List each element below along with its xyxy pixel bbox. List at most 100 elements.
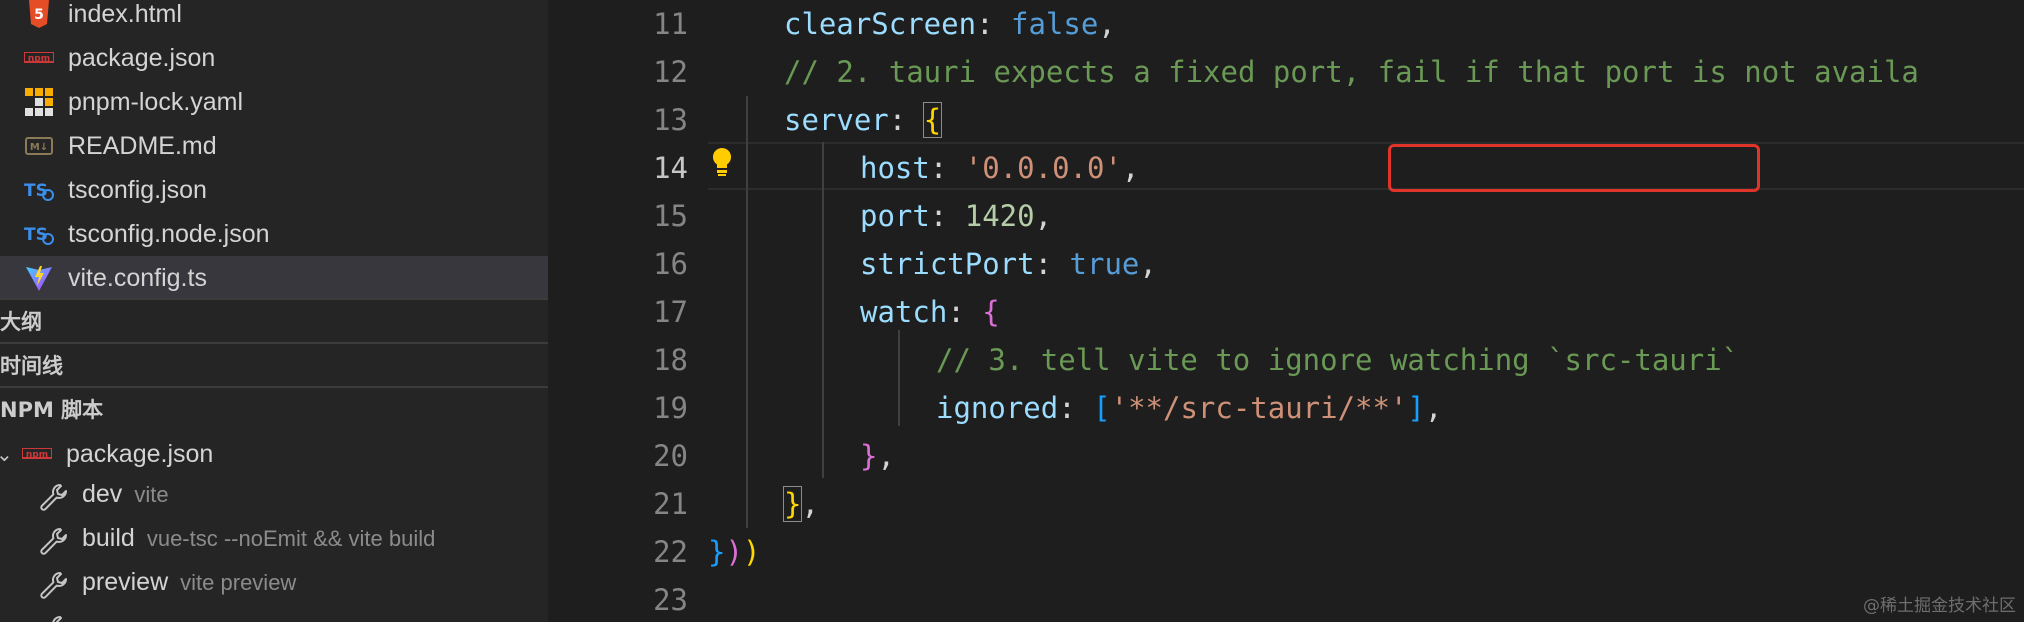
npm-script-build[interactable]: build vue-tsc --noEmit && vite build xyxy=(0,520,548,564)
file-label: README.md xyxy=(68,131,217,160)
code-editor[interactable]: 11 12 13 14 15 16 17 18 19 20 21 22 23 c… xyxy=(548,0,2024,622)
code-token: [ xyxy=(1093,391,1111,425)
npm-icon: npm xyxy=(24,44,54,72)
file-item-tsconfig[interactable]: TS tsconfig.json xyxy=(0,168,548,212)
typescript-config-icon: TS xyxy=(24,176,54,204)
script-name: dev xyxy=(82,480,123,508)
code-token: , xyxy=(801,487,819,521)
annotation-highlight-box xyxy=(1388,144,1760,192)
line-number: 23 xyxy=(653,583,688,617)
file-item-index-html[interactable]: 5 index.html xyxy=(0,0,548,36)
typescript-config-icon: TS xyxy=(24,220,54,248)
indent-guide xyxy=(746,96,748,528)
npm-script-preview[interactable]: preview vite preview xyxy=(0,564,548,608)
npm-package-item[interactable]: ⌄ npm package.json xyxy=(0,432,548,476)
file-item-vite-config[interactable]: vite.config.ts xyxy=(0,256,548,300)
svg-text:5: 5 xyxy=(34,7,44,23)
wrench-icon xyxy=(40,528,67,555)
script-command: vite preview xyxy=(180,570,297,595)
line-number: 11 xyxy=(653,7,688,41)
code-token: clearScreen xyxy=(784,7,977,41)
script-command: vue-tsc --noEmit && vite build xyxy=(146,526,436,551)
file-item-pnpm-lock[interactable]: pnpm-lock.yaml xyxy=(0,80,548,124)
section-label: NPM 脚本 xyxy=(0,398,104,422)
line-number: 15 xyxy=(653,199,688,233)
wrench-icon xyxy=(40,484,67,511)
code-line-11: clearScreen: false, xyxy=(784,0,1116,48)
file-label: package.json xyxy=(66,439,214,468)
script-name-wrap: preview vite preview xyxy=(82,568,296,597)
code-token: } xyxy=(708,535,726,569)
lightbulb-icon[interactable] xyxy=(710,146,734,178)
code-token: : xyxy=(888,103,924,137)
code-line-19: ignored: ['**/src-tauri/**'], xyxy=(936,384,1442,432)
code-token: : xyxy=(947,295,983,329)
wrench-icon xyxy=(52,616,66,622)
line-number: 18 xyxy=(653,343,688,377)
code-token: : xyxy=(929,151,965,185)
section-label: 时间线 xyxy=(0,354,63,378)
code-token: : xyxy=(1058,391,1094,425)
code-token: ) xyxy=(725,535,743,569)
code-line-14: host: '0.0.0.0', xyxy=(860,144,1139,192)
code-token: : xyxy=(1034,247,1070,281)
svg-text:npm: npm xyxy=(28,54,50,64)
npm-script-dev[interactable]: dev vite xyxy=(0,476,548,520)
line-number: 13 xyxy=(653,103,688,137)
section-npm-scripts[interactable]: NPM 脚本 xyxy=(0,386,548,430)
code-line-21: }, xyxy=(782,480,819,528)
code-token: ignored xyxy=(936,391,1059,425)
code-token: , xyxy=(1139,247,1157,281)
file-label: tsconfig.node.json xyxy=(68,219,270,248)
code-line-18: // 3. tell vite to ignore watching `src-… xyxy=(936,343,1740,377)
code-line-12: // 2. tauri expects a fixed port, fail i… xyxy=(784,55,1919,89)
code-token: } xyxy=(860,439,878,473)
pnpm-icon xyxy=(24,88,54,116)
file-label: vite.config.ts xyxy=(68,263,207,292)
code-token: , xyxy=(1034,199,1053,233)
script-command: vite xyxy=(134,482,169,507)
markdown-icon: M↓ xyxy=(24,132,54,160)
code-token: : xyxy=(929,199,965,233)
file-item-tsconfig-node[interactable]: TS tsconfig.node.json xyxy=(0,212,548,256)
code-token: 1420 xyxy=(964,199,1035,233)
code-token: host xyxy=(860,151,930,185)
file-label: package.json xyxy=(68,43,216,72)
code-line-17: watch: { xyxy=(860,288,1000,336)
section-timeline[interactable]: 时间线 xyxy=(0,342,548,386)
indent-guide xyxy=(898,330,900,426)
svg-text:M↓: M↓ xyxy=(30,142,48,153)
code-token: ] xyxy=(1407,391,1425,425)
code-token: server xyxy=(784,103,889,137)
code-token: '**/src-tauri/**' xyxy=(1110,391,1408,425)
line-number: 16 xyxy=(653,247,688,281)
line-number: 12 xyxy=(653,55,688,89)
file-item-package-json[interactable]: npm package.json xyxy=(0,36,548,80)
line-number-gutter: 11 12 13 14 15 16 17 18 19 20 21 22 23 xyxy=(548,0,688,622)
code-token: : xyxy=(976,7,1011,41)
line-number: 19 xyxy=(653,391,688,425)
script-name: build xyxy=(82,524,135,552)
code-token: } xyxy=(782,486,803,522)
chevron-down-icon: ⌄ xyxy=(0,442,13,466)
file-label: index.html xyxy=(68,0,182,28)
file-label: tsconfig.json xyxy=(68,175,207,204)
file-label: pnpm-lock.yaml xyxy=(68,87,244,116)
section-outline[interactable]: 大纲 xyxy=(0,298,548,342)
file-item-readme[interactable]: M↓ README.md xyxy=(0,124,548,168)
code-token: , xyxy=(1098,7,1116,41)
section-label: 大纲 xyxy=(0,310,42,334)
code-token: , xyxy=(1424,391,1443,425)
line-number: 20 xyxy=(653,439,688,473)
code-token: port xyxy=(860,199,930,233)
code-token: true xyxy=(1069,247,1140,281)
wrench-icon xyxy=(40,572,67,599)
script-name-wrap: dev vite xyxy=(82,480,169,509)
script-name-wrap: build vue-tsc --noEmit && vite build xyxy=(82,524,435,553)
indent-guide xyxy=(822,142,824,478)
code-token: '0.0.0.0' xyxy=(964,151,1122,185)
npm-script-partial[interactable] xyxy=(0,608,548,622)
explorer-sidebar: 5 index.html npm package.json pnpm-lock.… xyxy=(0,0,548,622)
html5-icon: 5 xyxy=(24,0,54,28)
line-number: 22 xyxy=(653,535,688,569)
